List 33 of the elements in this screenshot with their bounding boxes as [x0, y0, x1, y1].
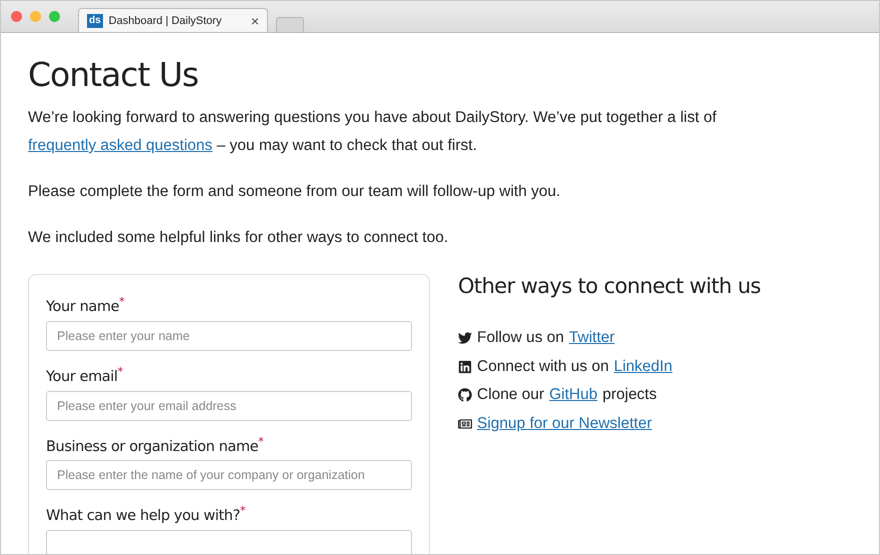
link-prefix-text: Follow us on: [477, 329, 564, 348]
page-title: Contact Us: [28, 55, 200, 94]
social-link[interactable]: GitHub: [549, 386, 598, 404]
section-heading: Other ways to connect with us: [458, 274, 761, 298]
field-label: Your name$^{*}$: [46, 295, 126, 315]
link-prefix-text: Clone our: [477, 386, 544, 404]
github-icon: [458, 388, 472, 402]
close-tab-button[interactable]: ×: [250, 12, 259, 28]
link-suffix-text: projects: [602, 386, 657, 404]
field-label: Business or organization name$^{*}$: [46, 434, 264, 454]
text-input[interactable]: Please enter your email address: [46, 390, 412, 421]
browser-tab[interactable]: ds Dashboard | DailyStory ×: [78, 8, 268, 32]
new-tab-button[interactable]: [276, 17, 304, 32]
text-input[interactable]: Please enter the name of your company or organization: [46, 460, 412, 490]
field-label: What can we help you with?$^{*}$: [46, 504, 246, 524]
minimize-window-button[interactable]: [30, 11, 41, 22]
linkedin-icon: [458, 360, 472, 374]
newspaper-icon: [458, 416, 472, 431]
text-input[interactable]: Please enter your name: [46, 320, 412, 351]
field-label: Your email$^{*}$: [46, 364, 124, 385]
paragraph: We included some helpful links for other ways to connect too.: [28, 228, 450, 248]
zoom-window-button[interactable]: [49, 11, 60, 22]
social-link[interactable]: Twitter: [569, 329, 615, 348]
social-link[interactable]: Signup for our Newsletter: [477, 414, 652, 433]
paragraph: Please complete the form and someone from our team will follow-up with you.: [28, 182, 562, 202]
intro-paragraph: We’re looking forward to answering questions you have about DailyStory. We’ve put together a list of frequently asked questions – you may want to check that out first.: [28, 108, 718, 156]
link-prefix-text: Connect with us on: [477, 358, 609, 376]
bird-icon: [458, 331, 472, 346]
close-window-button[interactable]: [11, 11, 22, 22]
social-link[interactable]: LinkedIn: [614, 358, 672, 376]
tab-title: Dashboard | DailyStory: [108, 14, 223, 26]
tab-favicon: ds: [87, 14, 103, 28]
faq-link[interactable]: frequently asked questions: [28, 137, 212, 154]
